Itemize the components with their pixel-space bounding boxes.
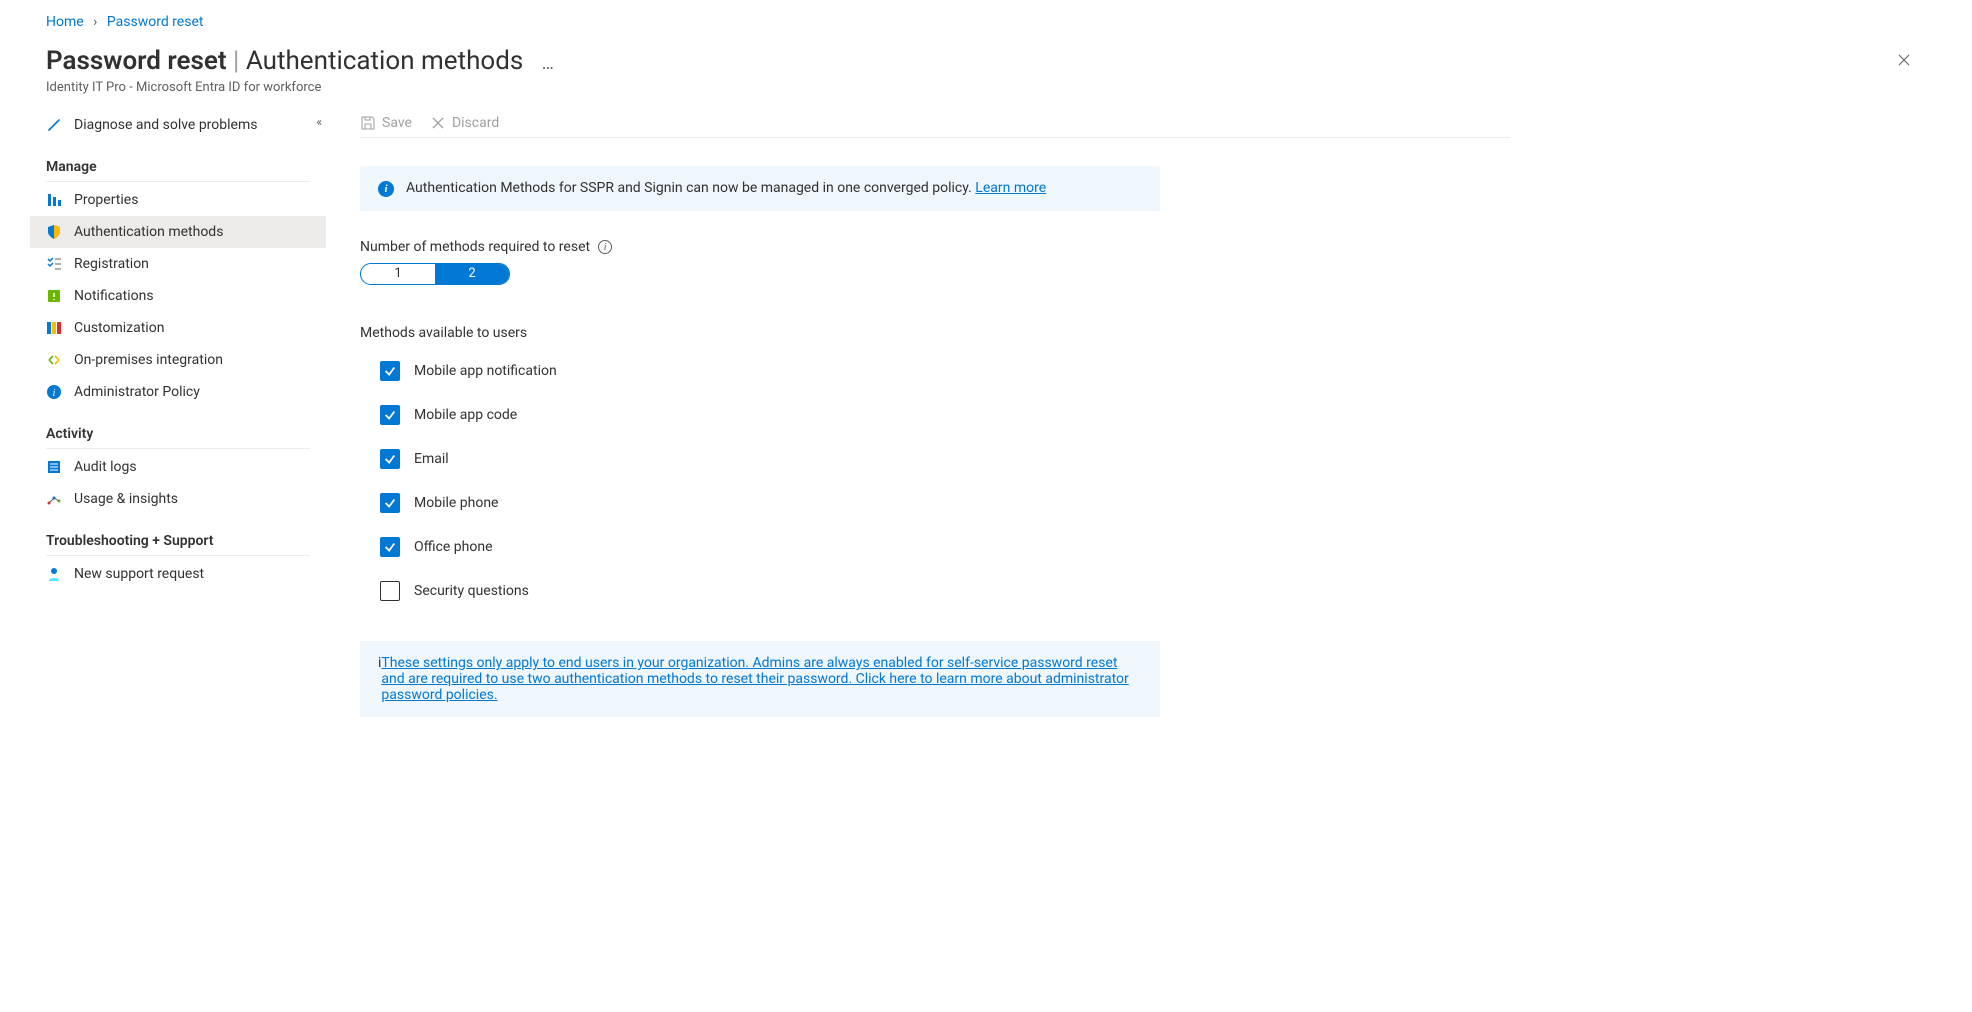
- info-banner-top: i Authentication Methods for SSPR and Si…: [360, 166, 1160, 211]
- sidebar-item-label: Administrator Policy: [74, 384, 200, 400]
- discard-button-label: Discard: [452, 115, 499, 131]
- banner-learn-more-link[interactable]: Learn more: [975, 180, 1046, 196]
- num-methods-toggle: 1 2: [360, 263, 510, 285]
- checkbox[interactable]: [380, 581, 400, 601]
- sidebar-item-usage-insights[interactable]: Usage & insights: [30, 483, 326, 515]
- sidebar-item-onpremises[interactable]: On-premises integration: [30, 344, 326, 376]
- method-label: Mobile app notification: [414, 363, 557, 379]
- svg-text:i: i: [53, 388, 56, 399]
- sidebar-item-label: Registration: [74, 256, 149, 272]
- checklist-icon: [46, 256, 62, 272]
- sidebar-item-customization[interactable]: Customization: [30, 312, 326, 344]
- save-button[interactable]: Save: [360, 115, 412, 131]
- close-button[interactable]: [1896, 52, 1912, 72]
- checkbox[interactable]: [380, 449, 400, 469]
- sync-icon: [46, 352, 62, 368]
- sidebar-item-label: Customization: [74, 320, 164, 336]
- sidebar-item-new-support[interactable]: New support request: [30, 558, 326, 590]
- page-title-primary: Password reset: [46, 46, 227, 76]
- command-bar: Save Discard: [360, 109, 1510, 138]
- info-banner-bottom: i These settings only apply to end users…: [360, 641, 1160, 717]
- method-checkbox-row[interactable]: Mobile phone: [380, 493, 1510, 513]
- main-content: Save Discard i Authentication Methods fo…: [330, 109, 1510, 717]
- save-icon: [360, 115, 376, 131]
- insights-icon: [46, 491, 62, 507]
- page-subtitle: Identity IT Pro - Microsoft Entra ID for…: [30, 80, 1942, 109]
- page-header: Password reset | Authentication methods …: [30, 34, 1942, 80]
- num-methods-label: Number of methods required to reset i: [360, 239, 1510, 255]
- palette-icon: [46, 320, 62, 336]
- sidebar-item-label: Usage & insights: [74, 491, 178, 507]
- info-icon: i: [46, 384, 62, 400]
- notification-icon: [46, 288, 62, 304]
- checkbox[interactable]: [380, 537, 400, 557]
- sidebar-section-activity: Activity: [46, 408, 310, 449]
- sidebar-item-notifications[interactable]: Notifications: [30, 280, 326, 312]
- check-icon: [383, 408, 397, 422]
- close-icon: [1896, 52, 1912, 68]
- methods-list: Mobile app notification Mobile app code Em…: [360, 361, 1510, 601]
- chevron-right-icon: ›: [93, 14, 97, 30]
- method-label: Office phone: [414, 539, 493, 555]
- sidebar-item-label: Notifications: [74, 288, 154, 304]
- sidebar-section-manage: Manage: [46, 141, 310, 182]
- sidebar: « Diagnose and solve problems Manage Pro…: [30, 109, 330, 590]
- sidebar-item-label: Properties: [74, 192, 138, 208]
- page-title-sep: |: [227, 46, 246, 76]
- page-title: Password reset | Authentication methods …: [46, 46, 1926, 76]
- method-label: Security questions: [414, 583, 529, 599]
- sidebar-item-label: Audit logs: [74, 459, 137, 475]
- sidebar-item-label: Diagnose and solve problems: [74, 117, 257, 133]
- sidebar-item-label: On-premises integration: [74, 352, 223, 368]
- method-checkbox-row[interactable]: Email: [380, 449, 1510, 469]
- banner-text: Authentication Methods for SSPR and Sign…: [406, 180, 975, 196]
- sidebar-item-authentication-methods[interactable]: Authentication methods: [30, 216, 326, 248]
- sidebar-item-admin-policy[interactable]: i Administrator Policy: [30, 376, 326, 408]
- method-label: Mobile app code: [414, 407, 517, 423]
- sidebar-item-label: New support request: [74, 566, 204, 582]
- num-methods-option-2[interactable]: 2: [435, 264, 509, 284]
- check-icon: [383, 452, 397, 466]
- sidebar-item-diagnose[interactable]: Diagnose and solve problems: [30, 109, 326, 141]
- admin-policy-info-link[interactable]: These settings only apply to end users i…: [381, 655, 1128, 703]
- breadcrumb-current[interactable]: Password reset: [107, 14, 204, 30]
- breadcrumb: Home › Password reset: [30, 10, 1942, 34]
- shield-icon: [46, 224, 62, 240]
- sidebar-item-registration[interactable]: Registration: [30, 248, 326, 280]
- method-label: Email: [414, 451, 449, 467]
- support-icon: [46, 566, 62, 582]
- page-title-secondary: Authentication methods: [246, 46, 524, 76]
- help-icon[interactable]: i: [598, 240, 612, 254]
- checkbox[interactable]: [380, 361, 400, 381]
- method-checkbox-row[interactable]: Security questions: [380, 581, 1510, 601]
- more-actions-button[interactable]: …: [542, 53, 556, 74]
- properties-icon: [46, 192, 62, 208]
- method-checkbox-row[interactable]: Office phone: [380, 537, 1510, 557]
- log-icon: [46, 459, 62, 475]
- check-icon: [383, 496, 397, 510]
- checkbox[interactable]: [380, 493, 400, 513]
- checkbox[interactable]: [380, 405, 400, 425]
- sidebar-item-audit-logs[interactable]: Audit logs: [30, 451, 326, 483]
- sidebar-section-support: Troubleshooting + Support: [46, 515, 310, 556]
- sidebar-item-properties[interactable]: Properties: [30, 184, 326, 216]
- check-icon: [383, 540, 397, 554]
- num-methods-option-1[interactable]: 1: [361, 264, 435, 284]
- check-icon: [383, 364, 397, 378]
- breadcrumb-home[interactable]: Home: [46, 14, 84, 30]
- methods-label: Methods available to users: [360, 325, 1510, 341]
- method-label: Mobile phone: [414, 495, 499, 511]
- method-checkbox-row[interactable]: Mobile app notification: [380, 361, 1510, 381]
- method-checkbox-row[interactable]: Mobile app code: [380, 405, 1510, 425]
- save-button-label: Save: [382, 115, 412, 131]
- discard-button[interactable]: Discard: [430, 115, 499, 131]
- collapse-sidebar-button[interactable]: «: [316, 115, 322, 129]
- sidebar-item-label: Authentication methods: [74, 224, 223, 240]
- info-icon: i: [378, 181, 394, 197]
- wrench-icon: [46, 117, 62, 133]
- discard-icon: [430, 115, 446, 131]
